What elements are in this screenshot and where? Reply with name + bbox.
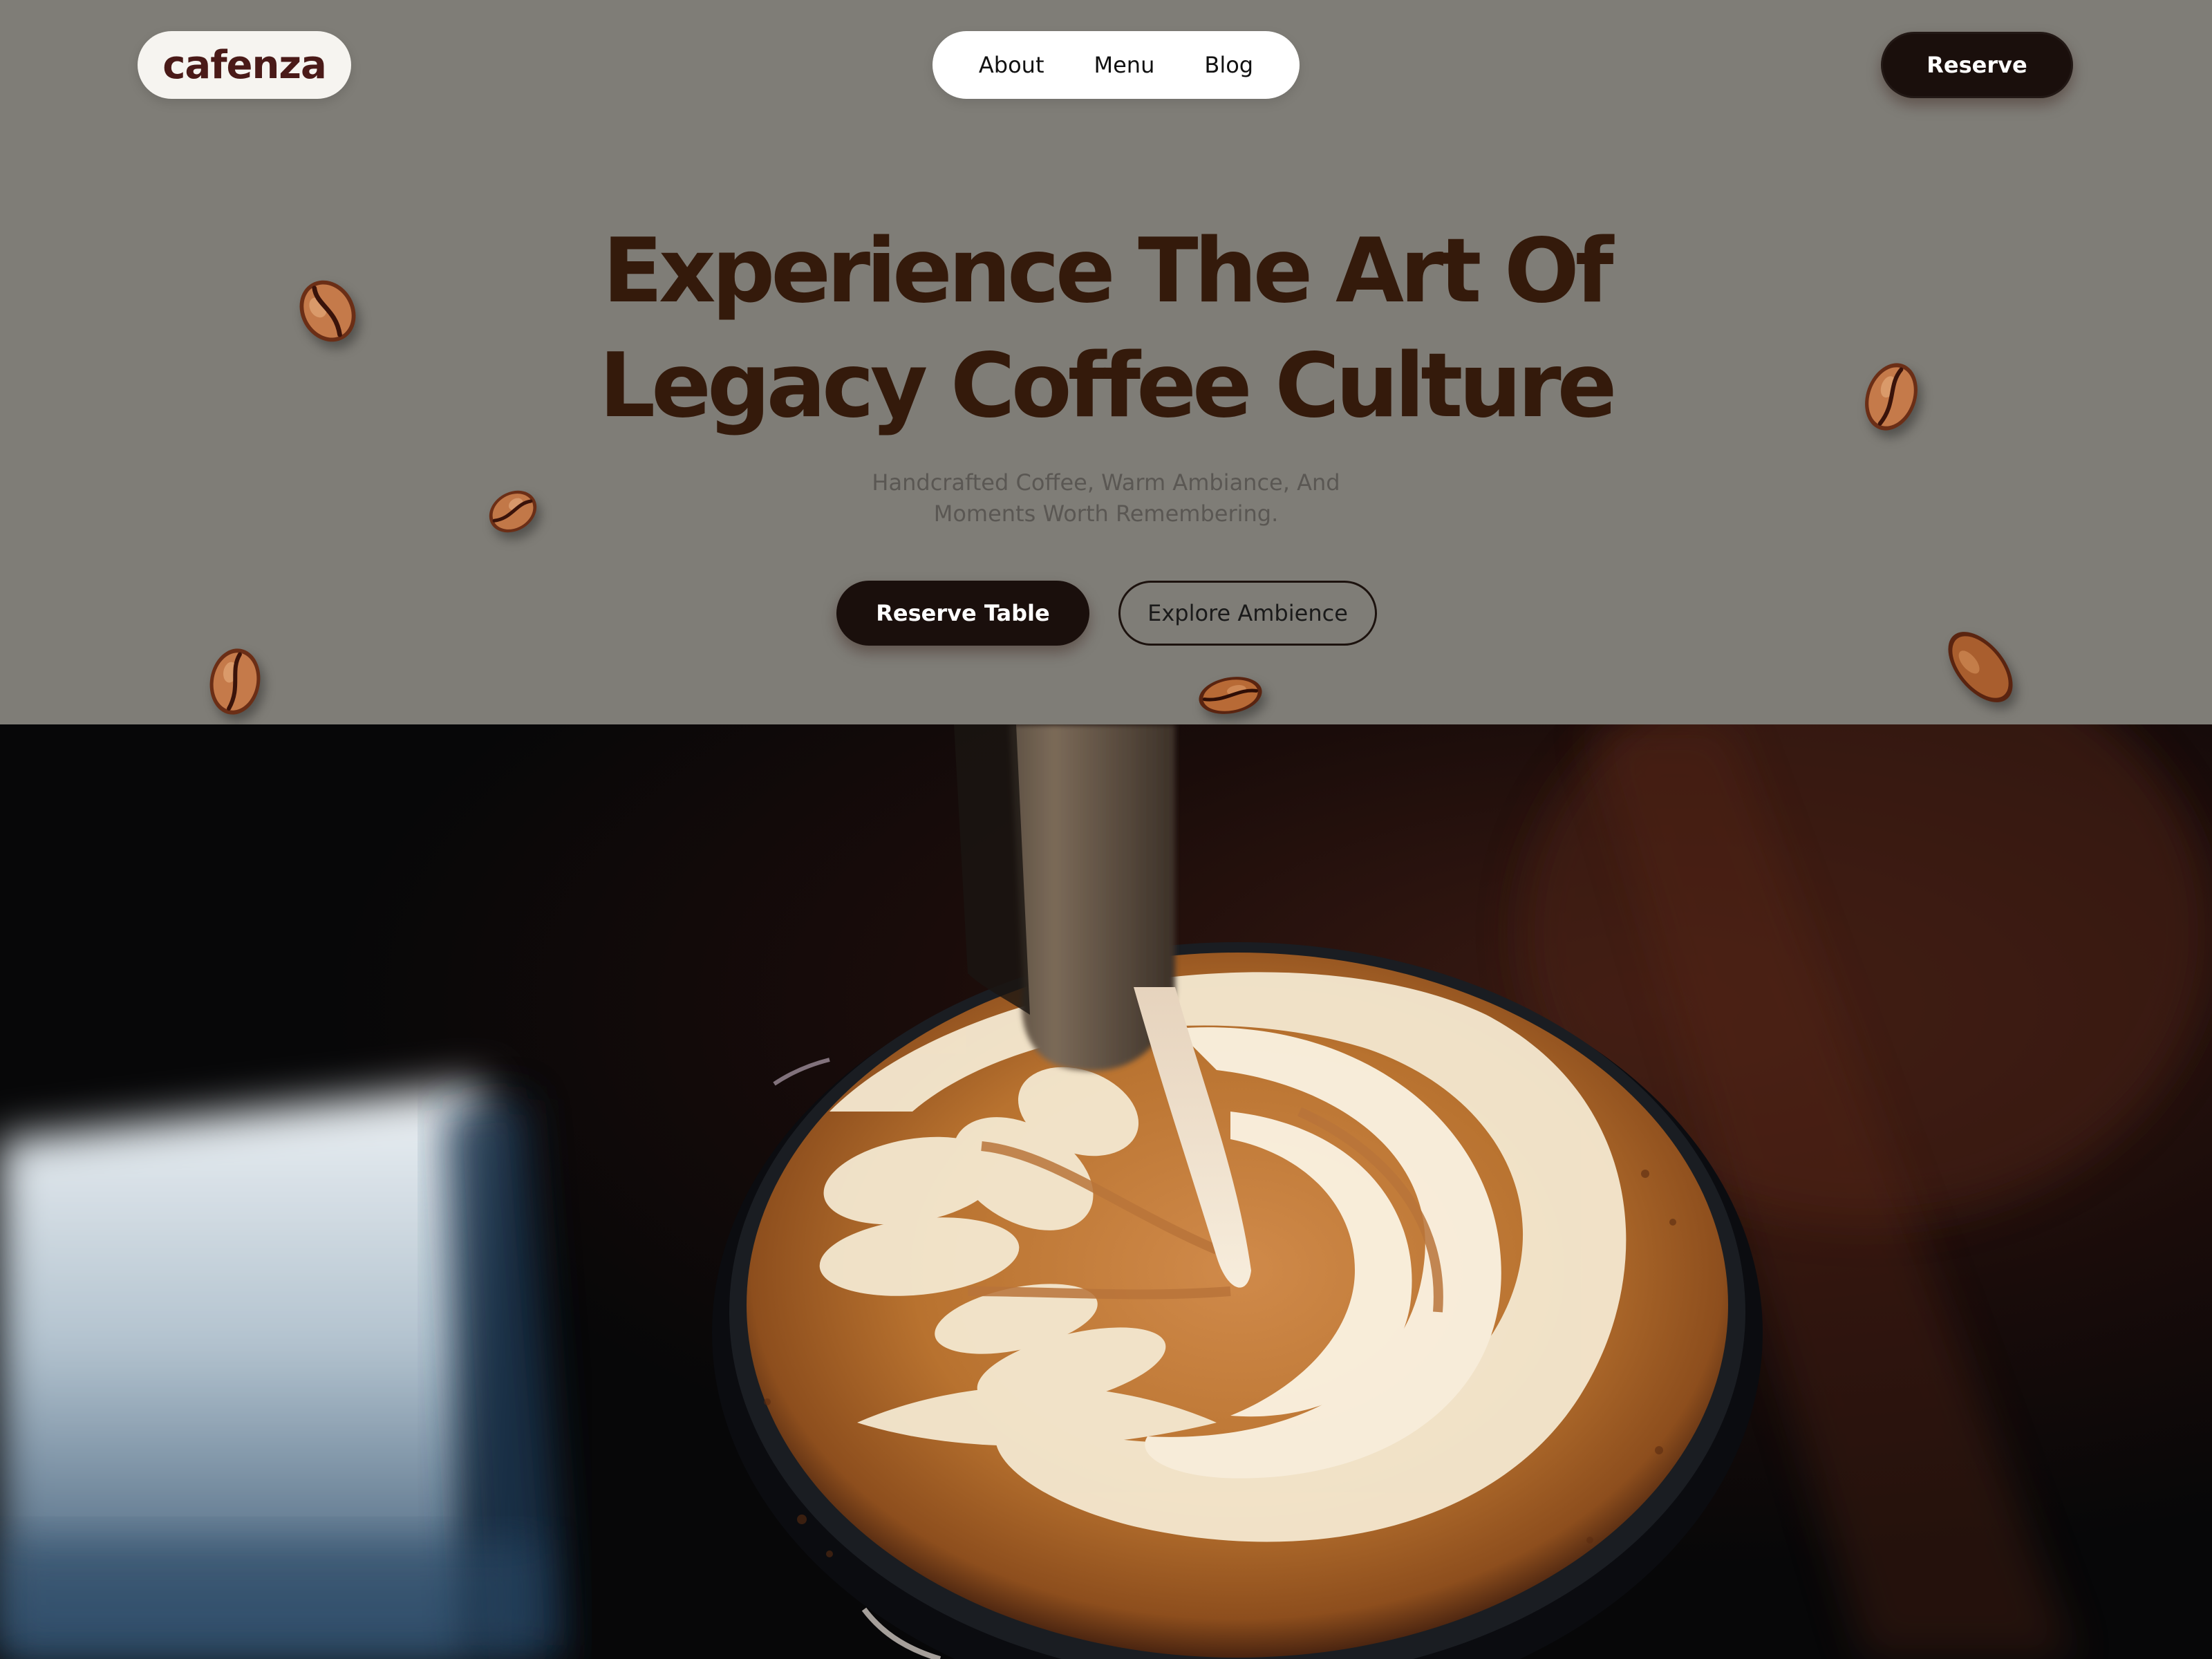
latte-art-photo (0, 724, 2212, 1659)
coffee-bean-icon (1199, 677, 1262, 714)
explore-ambience-button[interactable]: Explore Ambience (1118, 581, 1377, 646)
coffee-bean-icon (1865, 363, 1918, 431)
coffee-bean-icon (299, 280, 356, 342)
nav-link-about[interactable]: About (979, 52, 1044, 78)
hero-subheading-line-2: Moments Worth Remembering. (933, 500, 1279, 527)
landing-page: cafenza About Menu Blog Reserve Experien… (0, 0, 2212, 1659)
hero-subheading-line-1: Handcrafted Coffee, Warm Ambiance, And (872, 469, 1340, 496)
latte-art-image (0, 724, 2212, 1659)
main-nav: About Menu Blog (932, 31, 1300, 99)
reserve-table-button[interactable]: Reserve Table (836, 581, 1089, 646)
logo[interactable]: cafenza (138, 31, 351, 99)
coffee-bean-icon (209, 648, 261, 715)
logo-text: cafenza (162, 42, 327, 88)
coffee-bean-icon (489, 490, 537, 533)
nav-link-menu[interactable]: Menu (1094, 52, 1155, 78)
hero-section: cafenza About Menu Blog Reserve Experien… (0, 0, 2212, 724)
coffee-bean-icon (1948, 632, 2013, 702)
nav-link-blog[interactable]: Blog (1204, 52, 1253, 78)
hero-subheading: Handcrafted Coffee, Warm Ambiance, And M… (830, 467, 1382, 529)
reserve-button[interactable]: Reserve (1881, 32, 2073, 98)
